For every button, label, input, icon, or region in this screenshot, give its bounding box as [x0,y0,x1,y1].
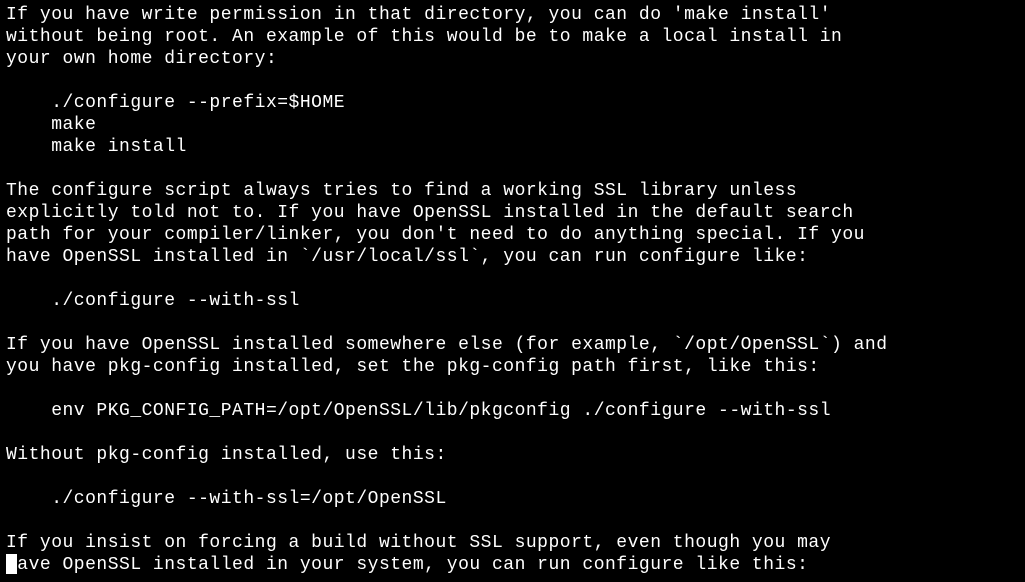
line-text: have OpenSSL installed in `/usr/local/ss… [6,247,808,267]
line-text: your own home directory: [6,49,277,69]
terminal-line [6,510,1019,532]
terminal-line: If you insist on forcing a build without… [6,532,1019,554]
line-text: without being root. An example of this w… [6,27,842,47]
line-text [6,269,17,289]
terminal-output[interactable]: If you have write permission in that dir… [0,0,1025,582]
line-text: ./configure --with-ssl [6,291,300,311]
terminal-line: without being root. An example of this w… [6,26,1019,48]
terminal-line: make [6,114,1019,136]
terminal-line [6,422,1019,444]
terminal-line [6,466,1019,488]
line-text [6,71,17,91]
terminal-line: If you have write permission in that dir… [6,4,1019,26]
line-text: you have pkg-config installed, set the p… [6,357,820,377]
terminal-line: have OpenSSL installed in `/usr/local/ss… [6,246,1019,268]
cursor [6,554,17,574]
line-text: ./configure --with-ssl=/opt/OpenSSL [6,489,447,509]
terminal-line: you have pkg-config installed, set the p… [6,356,1019,378]
terminal-line: ./configure --prefix=$HOME [6,92,1019,114]
terminal-line: explicitly told not to. If you have Open… [6,202,1019,224]
line-text: Without pkg-config installed, use this: [6,445,447,465]
line-text [6,577,17,582]
line-text: make [6,115,96,135]
line-text: env PKG_CONFIG_PATH=/opt/OpenSSL/lib/pkg… [6,401,831,421]
line-text [6,379,17,399]
line-text: If you have OpenSSL installed somewhere … [6,335,888,355]
terminal-line [6,378,1019,400]
line-text: The configure script always tries to fin… [6,181,797,201]
terminal-line: Without pkg-config installed, use this: [6,444,1019,466]
terminal-line [6,70,1019,92]
terminal-line: ./configure --with-ssl [6,290,1019,312]
terminal-line: The configure script always tries to fin… [6,180,1019,202]
line-text: If you have write permission in that dir… [6,5,831,25]
terminal-line: path for your compiler/linker, you don't… [6,224,1019,246]
line-text: If you insist on forcing a build without… [6,533,831,553]
line-text: ./configure --prefix=$HOME [6,93,345,113]
line-text [6,313,17,333]
terminal-line: your own home directory: [6,48,1019,70]
terminal-line [6,312,1019,334]
terminal-line: make install [6,136,1019,158]
line-text [6,467,17,487]
line-text [6,511,17,531]
line-text [6,423,17,443]
line-text: explicitly told not to. If you have Open… [6,203,854,223]
line-text: make install [6,137,187,157]
terminal-line [6,268,1019,290]
terminal-line: ./configure --with-ssl=/opt/OpenSSL [6,488,1019,510]
line-text: have OpenSSL installed in your system, y… [6,555,808,575]
terminal-line: env PKG_CONFIG_PATH=/opt/OpenSSL/lib/pkg… [6,400,1019,422]
terminal-line [6,158,1019,180]
line-text [6,159,17,179]
terminal-line: have OpenSSL installed in your system, y… [6,554,1019,576]
terminal-line [6,576,1019,582]
line-text: path for your compiler/linker, you don't… [6,225,865,245]
terminal-line: If you have OpenSSL installed somewhere … [6,334,1019,356]
